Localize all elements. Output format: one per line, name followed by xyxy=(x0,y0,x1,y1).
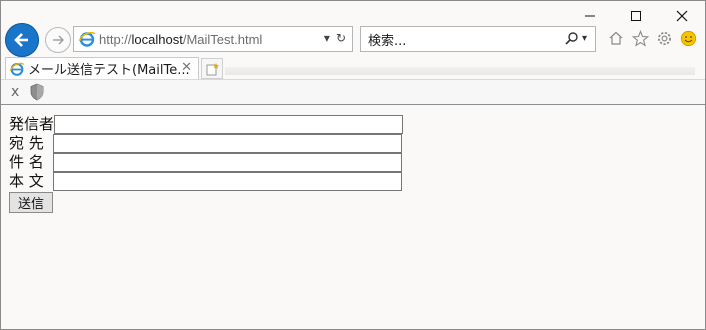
ie-page-icon xyxy=(78,31,96,47)
search-icon xyxy=(565,32,578,45)
tab-close-icon[interactable]: ✕ xyxy=(181,60,192,75)
command-bar: x xyxy=(1,79,705,105)
ie-tab-icon xyxy=(9,62,25,76)
favorites-star-icon[interactable] xyxy=(631,29,649,47)
navigation-bar: http://localhost/MailTest.html ▾ ↻ 検索...… xyxy=(1,23,705,57)
to-label: 宛 先 xyxy=(9,134,44,152)
to-field[interactable] xyxy=(53,134,402,153)
address-bar[interactable]: http://localhost/MailTest.html ▾ ↻ xyxy=(73,26,353,52)
body-row: 本 文 xyxy=(9,172,403,191)
search-box[interactable]: 検索... ▾ xyxy=(360,26,596,52)
sender-label: 発信者 xyxy=(9,115,55,133)
url-text: http://localhost/MailTest.html xyxy=(99,31,263,47)
search-dropdown-icon[interactable]: ▾ xyxy=(582,33,587,44)
forward-button[interactable] xyxy=(45,27,71,53)
page-content: 発信者 宛 先 件 名 本 文 送信 xyxy=(1,106,705,329)
close-icon xyxy=(676,10,688,22)
back-button[interactable] xyxy=(5,23,39,57)
subject-row: 件 名 xyxy=(9,153,403,172)
body-field[interactable] xyxy=(53,172,402,191)
tab-row: メール送信テスト(MailTe... ✕ xyxy=(1,57,705,79)
minimize-icon xyxy=(585,15,595,17)
smiley-feedback-icon[interactable] xyxy=(679,29,697,47)
tab-strip xyxy=(225,67,695,75)
subject-label: 件 名 xyxy=(9,153,44,171)
body-label: 本 文 xyxy=(9,172,44,190)
browser-window: http://localhost/MailTest.html ▾ ↻ 検索...… xyxy=(0,0,706,330)
maximize-icon xyxy=(631,11,641,21)
back-arrow-icon xyxy=(14,33,28,47)
subject-field[interactable] xyxy=(53,153,402,172)
new-tab-icon xyxy=(206,62,219,75)
sender-field[interactable] xyxy=(54,115,404,134)
settings-gear-icon[interactable] xyxy=(655,29,673,47)
search-input[interactable]: 検索... xyxy=(368,30,406,49)
sender-row: 発信者 xyxy=(9,115,404,134)
new-tab-button[interactable] xyxy=(201,58,223,79)
forward-arrow-icon xyxy=(53,35,64,45)
refresh-icon[interactable]: ↻ xyxy=(336,31,346,45)
home-icon[interactable] xyxy=(607,29,625,47)
toolbar-icons xyxy=(607,29,697,47)
cmdbar-close-icon[interactable]: x xyxy=(11,84,19,100)
dropdown-icon[interactable]: ▾ xyxy=(324,31,330,45)
shield-icon[interactable] xyxy=(29,83,45,101)
mail-form: 発信者 宛 先 件 名 本 文 送信 xyxy=(9,115,404,213)
send-button[interactable]: 送信 xyxy=(9,192,54,213)
tab-title: メール送信テスト(MailTe... xyxy=(28,63,190,78)
tab-active[interactable]: メール送信テスト(MailTe... ✕ xyxy=(5,57,199,79)
to-row: 宛 先 xyxy=(9,134,403,153)
